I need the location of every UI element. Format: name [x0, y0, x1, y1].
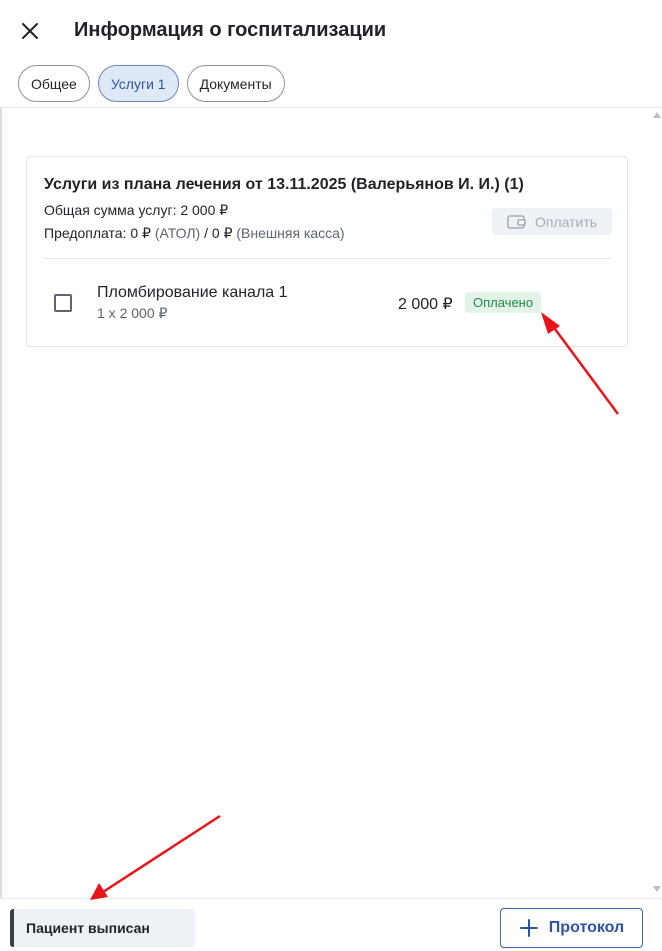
- tab-documents[interactable]: Документы: [186, 65, 285, 102]
- prepay-atol: (АТОЛ): [154, 225, 201, 241]
- card-divider: [44, 258, 611, 259]
- close-button[interactable]: [16, 17, 44, 45]
- wallet-icon: [507, 214, 526, 229]
- services-total: Общая сумма услуг: 2 000 ₽: [44, 202, 229, 218]
- card-title: Услуги из плана лечения от 13.11.2025 (В…: [44, 176, 524, 193]
- tab-bar: Общее Услуги 1 Документы: [18, 65, 285, 102]
- service-checkbox[interactable]: [54, 294, 72, 312]
- prepay-sep: / 0 ₽: [204, 225, 233, 241]
- dialog-footer: Пациент выписан Протокол: [0, 898, 662, 951]
- dialog-title: Информация о госпитализации: [74, 19, 387, 41]
- close-icon: [22, 23, 38, 39]
- pay-button-label: Оплатить: [534, 213, 598, 230]
- plus-icon: [519, 919, 538, 937]
- service-price: 2 000 ₽: [398, 296, 453, 313]
- tab-services[interactable]: Услуги 1: [97, 65, 179, 102]
- service-quantity: 1 x 2 000 ₽: [97, 305, 168, 321]
- patient-status-chip: Пациент выписан: [10, 909, 195, 947]
- scroll-up-arrow-icon[interactable]: [653, 112, 661, 118]
- pay-button[interactable]: Оплатить: [492, 208, 612, 235]
- tab-general[interactable]: Общее: [18, 65, 90, 102]
- prepay-main: Предоплата: 0 ₽: [44, 225, 151, 241]
- protocol-button[interactable]: Протокол: [500, 908, 643, 948]
- service-name: Пломбирование канала 1: [97, 284, 288, 301]
- panel-left-edge: [0, 108, 2, 898]
- treatment-plan-card: Услуги из плана лечения от 13.11.2025 (В…: [26, 156, 628, 347]
- paid-status-badge: Оплачено: [465, 292, 542, 313]
- protocol-button-label: Протокол: [548, 919, 625, 936]
- prepayment-info: Предоплата: 0 ₽ (АТОЛ) / 0 ₽ (Внешняя ка…: [44, 225, 345, 242]
- scrollbar[interactable]: [652, 108, 662, 898]
- prepay-external: (Внешняя касса): [236, 225, 345, 241]
- scroll-down-arrow-icon[interactable]: [653, 886, 661, 892]
- dialog-header: Информация о госпитализации: [0, 0, 662, 62]
